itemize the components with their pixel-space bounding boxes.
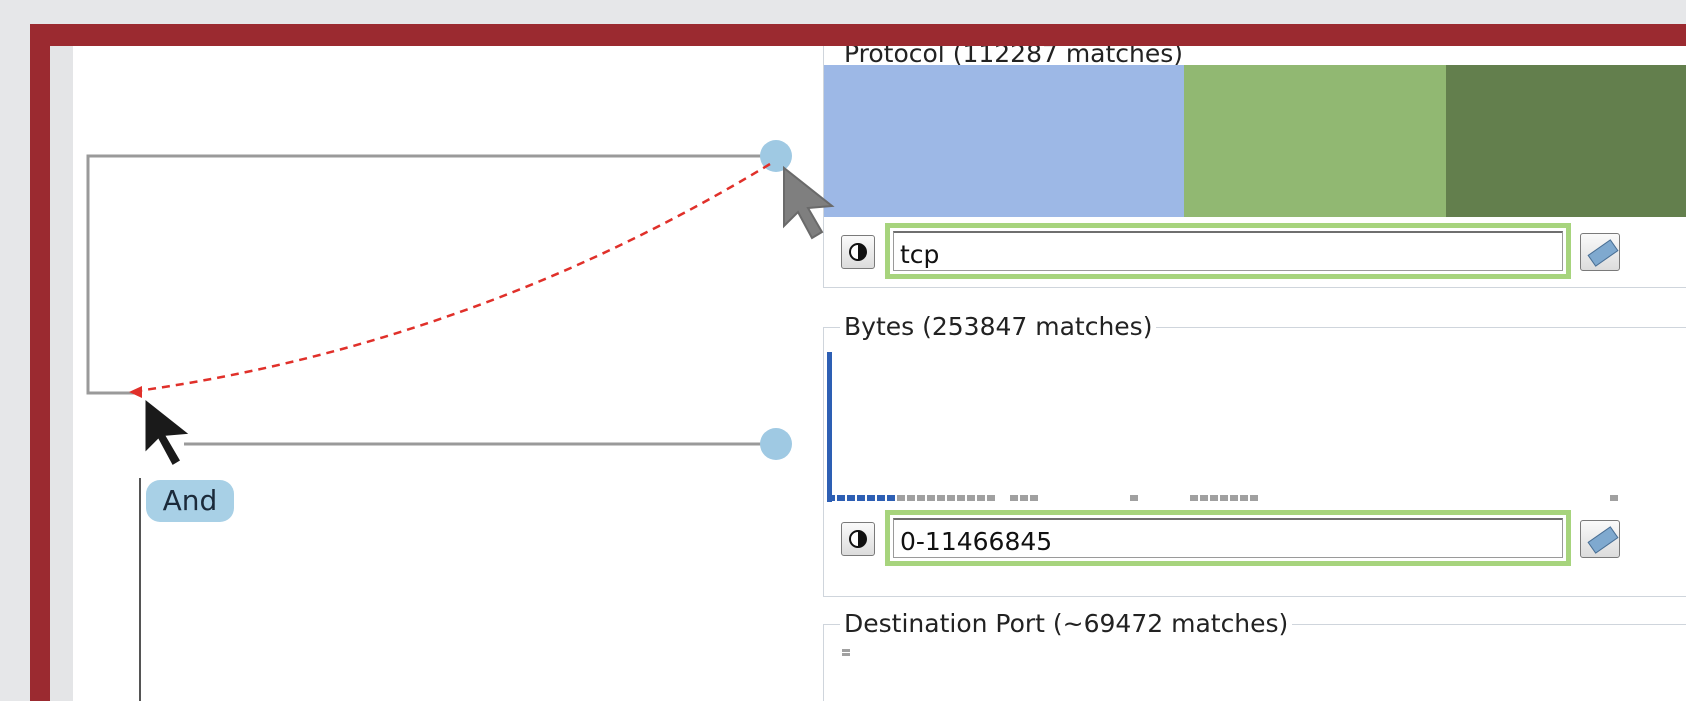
bytes-histogram[interactable] xyxy=(824,328,1686,528)
bytes-filter-row: 0-11466845 xyxy=(824,508,1686,568)
protocol-panel: Protocol (112287 matches) tcp xyxy=(823,46,1686,288)
bytes-clear-button[interactable] xyxy=(1580,520,1620,558)
connector-line-protocol xyxy=(86,154,773,395)
mouse-cursor-icon xyxy=(783,165,835,240)
bytes-invert-button[interactable] xyxy=(841,522,875,556)
drag-arrow xyxy=(129,162,771,394)
app-window: And Protocol (112287 matches) tcp Bytes … xyxy=(50,46,1686,701)
destination-port-panel-title: Destination Port (~69472 matches) xyxy=(840,609,1293,639)
protocol-clear-button[interactable] xyxy=(1580,233,1620,271)
connector-dot-bytes[interactable] xyxy=(760,428,792,460)
highlight-frame: And Protocol (112287 matches) tcp Bytes … xyxy=(30,24,1686,701)
eraser-icon xyxy=(1587,239,1619,267)
bytes-filter-highlight: 0-11466845 xyxy=(885,510,1571,566)
bytes-filter-input[interactable]: 0-11466845 xyxy=(893,518,1563,558)
protocol-bar-other[interactable] xyxy=(1446,65,1686,217)
eraser-icon xyxy=(1587,526,1619,554)
histogram-axis-selected xyxy=(827,352,832,502)
histogram-bins-selected xyxy=(827,495,895,501)
destination-port-histogram-mark xyxy=(842,649,850,652)
destination-port-panel: Destination Port (~69472 matches) xyxy=(823,609,1686,701)
protocol-bar-tcp[interactable] xyxy=(824,65,1184,217)
bytes-panel: Bytes (253847 matches) 0-11466845 xyxy=(823,312,1686,597)
protocol-bar-udp[interactable] xyxy=(1184,65,1446,217)
protocol-bar-chart[interactable] xyxy=(824,65,1686,217)
histogram-bins-unselected xyxy=(897,495,1618,501)
and-node[interactable]: And xyxy=(146,480,234,522)
mouse-cursor-icon xyxy=(142,393,196,470)
protocol-filter-highlight: tcp xyxy=(885,223,1571,279)
invert-icon xyxy=(849,530,867,548)
invert-icon xyxy=(849,243,867,261)
protocol-filter-input[interactable]: tcp xyxy=(893,231,1563,271)
protocol-filter-row: tcp xyxy=(824,221,1686,281)
